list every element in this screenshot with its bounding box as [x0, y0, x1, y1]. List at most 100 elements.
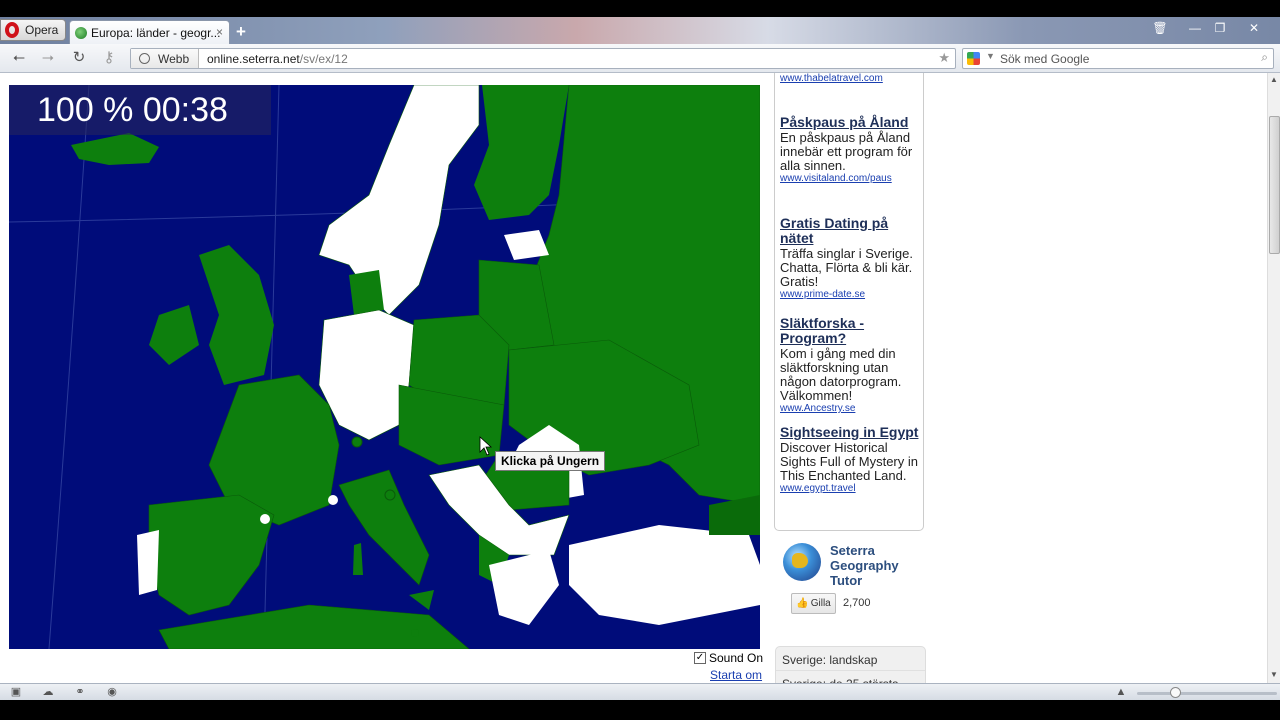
- score-timer-display: 100 % 00:38: [9, 85, 271, 135]
- region-turkey[interactable]: [569, 525, 760, 625]
- ad-link[interactable]: www.thabelatravel.com: [780, 73, 922, 85]
- favicon-icon: [75, 26, 87, 39]
- tab-close-icon[interactable]: ×: [216, 25, 223, 39]
- region-estonia[interactable]: [504, 230, 549, 260]
- url-path: /sv/ex/12: [299, 52, 348, 66]
- region-italy[interactable]: [338, 469, 430, 586]
- quiz-link[interactable]: Sverige: landskap: [776, 647, 925, 671]
- search-engine-dropdown-icon[interactable]: ▼: [986, 51, 995, 61]
- sound-label: Sound On: [709, 651, 764, 665]
- europe-map[interactable]: 100 % 00:38 Klicka på Ungern: [9, 85, 760, 649]
- search-placeholder: Sök med Google: [1000, 52, 1090, 66]
- close-window-button[interactable]: ✕: [1243, 20, 1265, 36]
- search-icon[interactable]: ⌕: [1261, 50, 1268, 65]
- key-icon[interactable]: ⚷: [99, 49, 119, 67]
- ad-title[interactable]: Släktforska - Program?: [780, 316, 922, 346]
- opera-logo-icon: [5, 22, 19, 38]
- url-text[interactable]: online.seterra.net/sv/ex/12: [207, 52, 348, 66]
- zoom-slider[interactable]: [1137, 692, 1277, 695]
- tab-bar: Opera Europa: länder - geogr... × + 🗑 — …: [0, 17, 1280, 44]
- ad-title[interactable]: Sightseeing in Egypt: [780, 425, 922, 440]
- region-north-africa[interactable]: [158, 604, 470, 649]
- region-monaco[interactable]: [328, 495, 338, 505]
- region-liechtenstein[interactable]: [351, 436, 363, 448]
- region-andorra[interactable]: [260, 514, 270, 524]
- region-san-marino[interactable]: [384, 489, 396, 501]
- ad-2[interactable]: Påskpaus på Åland En påskpaus på Åland i…: [780, 115, 922, 185]
- tab-title: Europa: länder - geogr...: [91, 25, 221, 40]
- quiz-links-box: Sverige: landskap Sverige: de 25 största: [775, 646, 926, 683]
- ad-4[interactable]: Släktforska - Program? Kom i gång med di…: [780, 316, 922, 415]
- score-percent: 100 %: [37, 91, 134, 129]
- like-button[interactable]: 👍 Gilla: [791, 593, 836, 614]
- restore-button[interactable]: ❐: [1209, 20, 1231, 36]
- ad-link[interactable]: www.prime-date.se: [780, 289, 922, 301]
- region-sardinia[interactable]: [353, 543, 363, 575]
- region-finland[interactable]: [474, 85, 569, 220]
- region-uk[interactable]: [199, 245, 274, 385]
- page-name[interactable]: Seterra Geography Tutor: [830, 543, 920, 588]
- ad-3[interactable]: Gratis Dating på nätet Träffa singlar i …: [780, 216, 922, 301]
- web-page: 100 % 00:38 Klicka på Ungern ✓ Sound On …: [0, 73, 1267, 683]
- new-tab-button[interactable]: +: [236, 22, 246, 42]
- screen-border-bottom: [0, 700, 1280, 720]
- scroll-thumb[interactable]: [1269, 116, 1280, 254]
- region-denmark[interactable]: [349, 270, 384, 315]
- address-mode-badge[interactable]: Webb: [131, 49, 199, 68]
- region-sicily[interactable]: [409, 590, 434, 610]
- share-icon[interactable]: ⚭: [73, 686, 87, 698]
- ad-body: En påskpaus på Åland innebär ett program…: [780, 130, 913, 173]
- ad-body: Kom i gång med din släktforskning utan n…: [780, 346, 902, 403]
- address-bar[interactable]: Webb online.seterra.net/sv/ex/12 ★: [130, 48, 956, 69]
- map-svg[interactable]: [9, 85, 760, 649]
- ad-link[interactable]: www.egypt.travel: [780, 483, 922, 495]
- tab-active[interactable]: Europa: länder - geogr... ×: [69, 20, 230, 44]
- zoom-up-icon[interactable]: ▲: [1114, 686, 1128, 698]
- panel-toggle-icon[interactable]: ▣: [9, 686, 23, 698]
- scroll-down-icon[interactable]: ▼: [1270, 670, 1278, 679]
- ad-5[interactable]: Sightseeing in Egypt Discover Historical…: [780, 425, 922, 495]
- search-field[interactable]: ▼ Sök med Google ⌕: [962, 48, 1274, 69]
- region-spain[interactable]: [148, 494, 275, 616]
- bookmark-star-icon[interactable]: ★: [938, 50, 950, 66]
- forward-button[interactable]: ⭢: [38, 49, 58, 67]
- question-tooltip: Klicka på Ungern: [495, 451, 606, 471]
- thumbs-up-icon: 👍: [796, 598, 809, 609]
- ad-title[interactable]: Gratis Dating på nätet: [780, 216, 922, 246]
- opera-menu-button[interactable]: Opera: [0, 19, 66, 41]
- status-bar: ▣ ☁ ⚭ ◉ ▲: [0, 683, 1280, 700]
- timer: 00:38: [142, 91, 228, 129]
- scroll-up-icon[interactable]: ▲: [1270, 75, 1278, 84]
- turbo-icon[interactable]: ◉: [105, 686, 119, 698]
- ad-body: Träffa singlar i Sverige. Chatta, Flörta…: [780, 246, 913, 289]
- globe-icon: [139, 53, 150, 64]
- region-malta[interactable]: [411, 629, 419, 637]
- region-caucasus[interactable]: [709, 495, 760, 535]
- ad-link[interactable]: www.visitaland.com/paus: [780, 173, 922, 185]
- ad-column: www.thabelatravel.com Påskpaus på Åland …: [774, 73, 924, 531]
- zoom-slider-handle[interactable]: [1170, 687, 1181, 698]
- region-scandinavia[interactable]: [318, 85, 480, 316]
- ad-body: Discover Historical Sights Full of Myste…: [780, 440, 918, 483]
- sound-checkbox[interactable]: ✓: [694, 652, 706, 664]
- trash-icon[interactable]: 🗑: [1149, 20, 1171, 36]
- seterra-globe-icon[interactable]: [783, 543, 821, 581]
- screen-border-top: [0, 0, 1280, 17]
- back-button[interactable]: ⭠: [9, 49, 29, 67]
- like-count: 2,700: [843, 597, 871, 609]
- ad-1: www.thabelatravel.com: [780, 73, 922, 85]
- region-portugal[interactable]: [137, 530, 159, 595]
- region-ireland[interactable]: [149, 305, 199, 365]
- like-label: Gilla: [810, 598, 831, 609]
- vertical-scrollbar[interactable]: ▲ ▼: [1267, 73, 1280, 683]
- sound-toggle[interactable]: ✓ Sound On: [694, 651, 763, 665]
- minimize-button[interactable]: —: [1184, 20, 1206, 36]
- ad-title[interactable]: Påskpaus på Åland: [780, 115, 922, 130]
- ad-link[interactable]: www.Ancestry.se: [780, 403, 922, 415]
- quiz-link[interactable]: Sverige: de 25 största: [776, 671, 925, 683]
- navigation-bar: ⭠ ⭢ ↻ ⚷ Webb online.seterra.net/sv/ex/12…: [0, 44, 1280, 73]
- cloud-icon[interactable]: ☁: [41, 686, 55, 698]
- reload-button[interactable]: ↻: [69, 49, 89, 67]
- opera-menu-label: Opera: [25, 23, 59, 37]
- restart-link[interactable]: Starta om: [710, 668, 762, 682]
